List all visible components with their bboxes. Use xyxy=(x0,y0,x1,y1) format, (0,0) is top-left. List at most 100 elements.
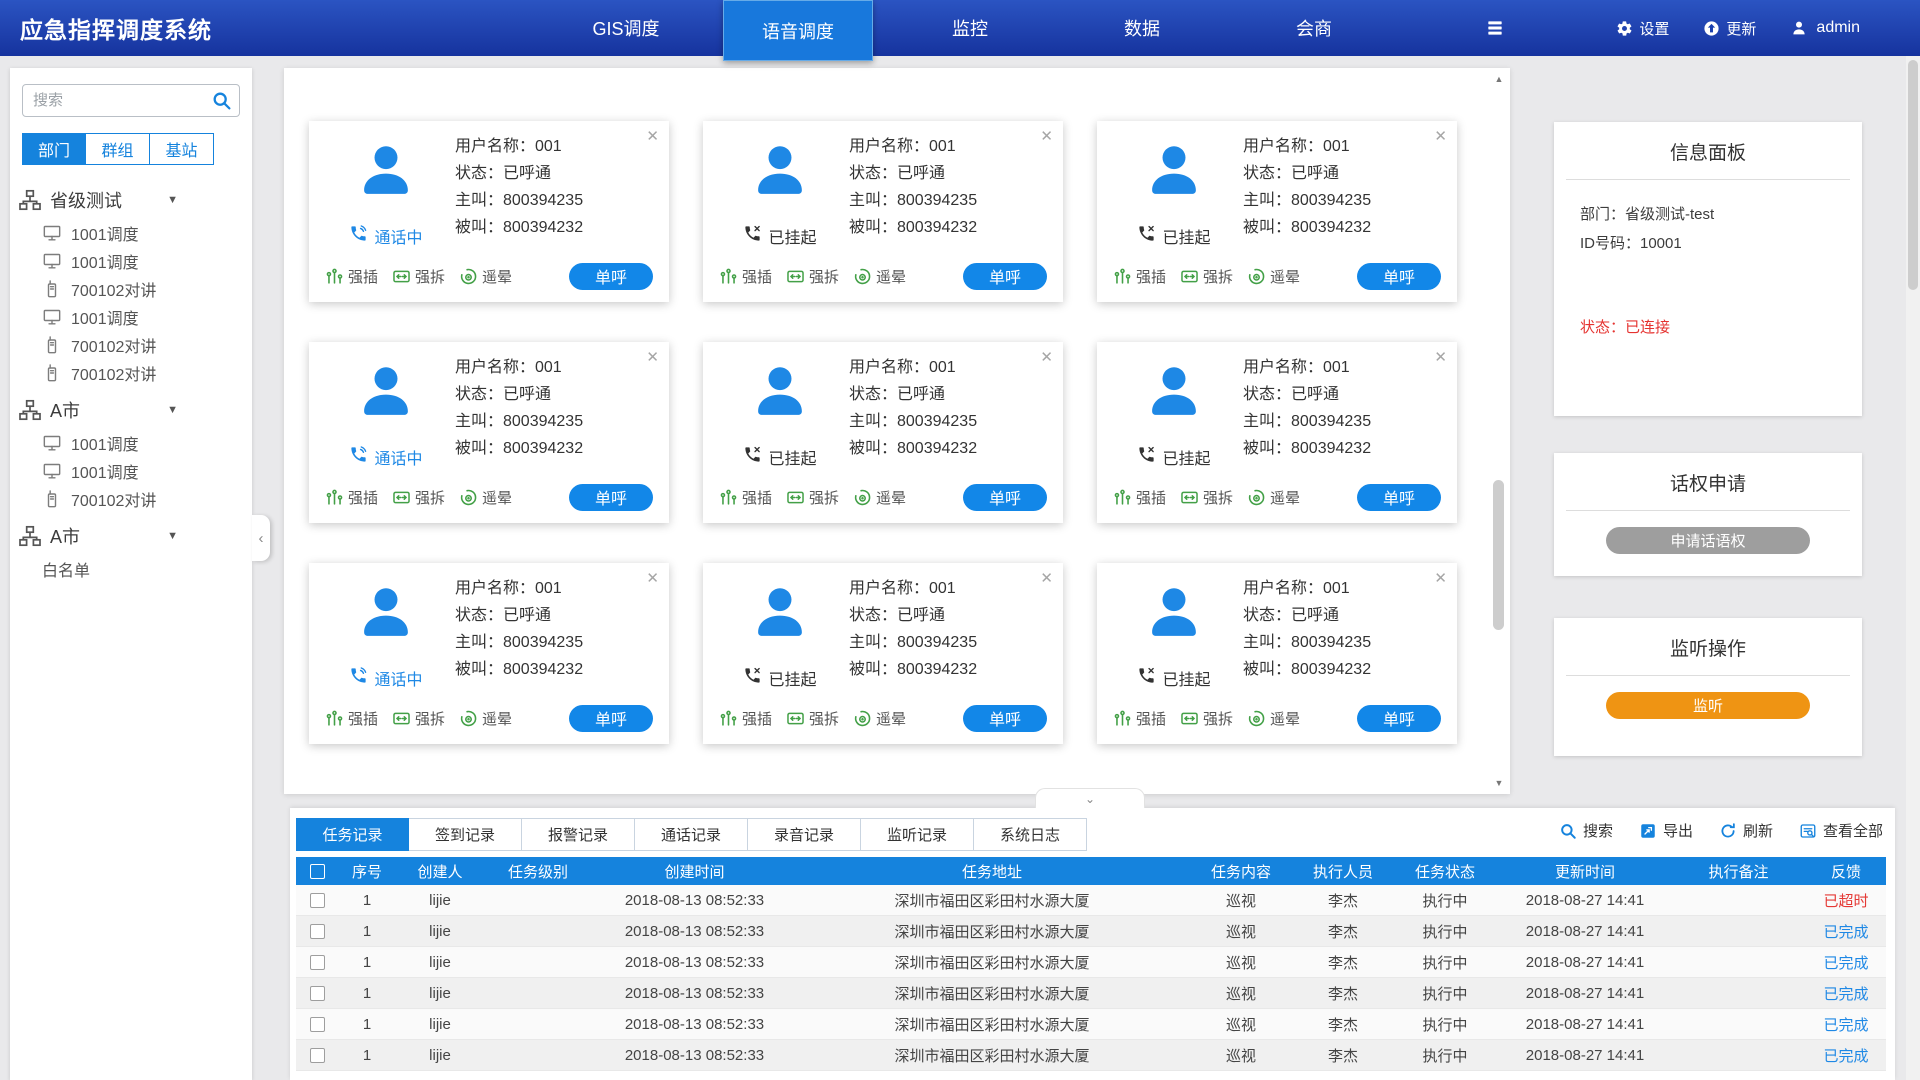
select-all-checkbox[interactable] xyxy=(310,864,325,879)
close-icon[interactable]: ✕ xyxy=(1434,127,1447,145)
single-call-button[interactable]: 单呼 xyxy=(569,705,653,732)
single-call-button[interactable]: 单呼 xyxy=(569,263,653,290)
nav-item[interactable]: 语音调度 xyxy=(723,0,873,61)
remote-stun-button[interactable]: 遥晕 xyxy=(459,708,512,729)
force-insert-button[interactable]: 强插 xyxy=(719,266,772,287)
force-release-button[interactable]: 强拆 xyxy=(392,487,445,508)
remote-stun-button[interactable]: 遥晕 xyxy=(459,487,512,508)
bottom-collapse-handle[interactable]: ⌄ xyxy=(1035,788,1145,808)
user-menu[interactable]: admin xyxy=(1790,19,1860,37)
tree-item[interactable]: 700102对讲 xyxy=(18,331,252,359)
force-insert-button[interactable]: 强插 xyxy=(719,708,772,729)
record-tab[interactable]: 报警记录 xyxy=(522,818,635,851)
close-icon[interactable]: ✕ xyxy=(646,348,659,366)
tree-item[interactable]: 白名单 xyxy=(18,555,252,583)
sidebar-tab[interactable]: 基站 xyxy=(150,133,214,165)
cell-feedback[interactable]: 已完成 xyxy=(1806,1045,1886,1066)
export-button[interactable]: 导出 xyxy=(1639,820,1693,841)
view-all-button[interactable]: 查看全部 xyxy=(1799,820,1883,841)
force-insert-button[interactable]: 强插 xyxy=(325,708,378,729)
record-tab[interactable]: 录音记录 xyxy=(748,818,861,851)
single-call-button[interactable]: 单呼 xyxy=(963,263,1047,290)
force-insert-button[interactable]: 强插 xyxy=(719,487,772,508)
scroll-down-icon[interactable]: ▼ xyxy=(1492,776,1506,790)
force-release-button[interactable]: 强拆 xyxy=(786,266,839,287)
single-call-button[interactable]: 单呼 xyxy=(569,484,653,511)
window-scrollbar[interactable] xyxy=(1906,56,1920,1080)
scroll-thumb[interactable] xyxy=(1493,480,1504,630)
force-release-button[interactable]: 强拆 xyxy=(1180,487,1233,508)
search-icon[interactable] xyxy=(211,90,232,111)
row-checkbox[interactable] xyxy=(310,1048,325,1063)
cards-scrollbar[interactable]: ▲ ▼ xyxy=(1492,72,1506,790)
scroll-up-icon[interactable]: ▲ xyxy=(1492,72,1506,86)
window-scroll-thumb[interactable] xyxy=(1908,60,1918,290)
close-icon[interactable]: ✕ xyxy=(1040,127,1053,145)
search-input[interactable] xyxy=(22,84,240,117)
tree-item[interactable]: 700102对讲 xyxy=(18,275,252,303)
force-release-button[interactable]: 强拆 xyxy=(786,487,839,508)
close-icon[interactable]: ✕ xyxy=(1434,569,1447,587)
force-release-button[interactable]: 强拆 xyxy=(786,708,839,729)
tree-item[interactable]: 1001调度 xyxy=(18,303,252,331)
tree-item[interactable]: 700102对讲 xyxy=(18,359,252,387)
force-release-button[interactable]: 强拆 xyxy=(1180,708,1233,729)
close-icon[interactable]: ✕ xyxy=(646,569,659,587)
cell-feedback[interactable]: 已完成 xyxy=(1806,983,1886,1004)
force-release-button[interactable]: 强拆 xyxy=(392,708,445,729)
single-call-button[interactable]: 单呼 xyxy=(963,484,1047,511)
row-checkbox[interactable] xyxy=(310,893,325,908)
record-tab[interactable]: 签到记录 xyxy=(409,818,522,851)
cell-feedback[interactable]: 已完成 xyxy=(1806,1014,1886,1035)
settings-button[interactable]: 设置 xyxy=(1616,18,1669,39)
remote-stun-button[interactable]: 遥晕 xyxy=(853,708,906,729)
record-tab[interactable]: 监听记录 xyxy=(861,818,974,851)
cell-feedback[interactable]: 已超时 xyxy=(1806,890,1886,911)
cell-feedback[interactable]: 已完成 xyxy=(1806,952,1886,973)
row-checkbox[interactable] xyxy=(310,1017,325,1032)
table-search-button[interactable]: 搜索 xyxy=(1559,820,1613,841)
single-call-button[interactable]: 单呼 xyxy=(1357,263,1441,290)
force-insert-button[interactable]: 强插 xyxy=(1113,266,1166,287)
force-insert-button[interactable]: 强插 xyxy=(325,487,378,508)
force-insert-button[interactable]: 强插 xyxy=(1113,708,1166,729)
chevron-down-icon[interactable]: ▼ xyxy=(167,530,178,542)
chevron-down-icon[interactable]: ▼ xyxy=(167,194,178,206)
force-release-button[interactable]: 强拆 xyxy=(1180,266,1233,287)
menu-button[interactable] xyxy=(1484,18,1506,38)
tree-item[interactable]: 1001调度 xyxy=(18,219,252,247)
request-floor-button[interactable]: 申请话语权 xyxy=(1606,527,1810,554)
tree-item[interactable]: 700102对讲 xyxy=(18,485,252,513)
remote-stun-button[interactable]: 遥晕 xyxy=(853,266,906,287)
nav-item[interactable]: 会商 xyxy=(1239,0,1389,56)
row-checkbox[interactable] xyxy=(310,924,325,939)
remote-stun-button[interactable]: 遥晕 xyxy=(1247,708,1300,729)
nav-item[interactable]: GIS调度 xyxy=(551,0,701,56)
remote-stun-button[interactable]: 遥晕 xyxy=(853,487,906,508)
remote-stun-button[interactable]: 遥晕 xyxy=(459,266,512,287)
single-call-button[interactable]: 单呼 xyxy=(1357,705,1441,732)
nav-item[interactable]: 监控 xyxy=(895,0,1045,56)
single-call-button[interactable]: 单呼 xyxy=(963,705,1047,732)
update-button[interactable]: 更新 xyxy=(1703,18,1756,39)
row-checkbox[interactable] xyxy=(310,955,325,970)
nav-item[interactable]: 数据 xyxy=(1067,0,1217,56)
tree-item[interactable]: 1001调度 xyxy=(18,247,252,275)
remote-stun-button[interactable]: 遥晕 xyxy=(1247,487,1300,508)
refresh-button[interactable]: 刷新 xyxy=(1719,820,1773,841)
record-tab[interactable]: 任务记录 xyxy=(296,818,409,851)
sidebar-tab[interactable]: 部门 xyxy=(22,133,86,165)
force-release-button[interactable]: 强拆 xyxy=(392,266,445,287)
force-insert-button[interactable]: 强插 xyxy=(325,266,378,287)
sidebar-collapse-handle[interactable]: ‹ xyxy=(252,515,270,561)
tree-item[interactable]: 1001调度 xyxy=(18,429,252,457)
record-tab[interactable]: 系统日志 xyxy=(974,818,1087,851)
row-checkbox[interactable] xyxy=(310,986,325,1001)
cell-feedback[interactable]: 已完成 xyxy=(1806,921,1886,942)
tree-group-row[interactable]: A市 ▼ xyxy=(18,519,178,553)
tree-item[interactable]: 1001调度 xyxy=(18,457,252,485)
chevron-down-icon[interactable]: ▼ xyxy=(167,404,178,416)
close-icon[interactable]: ✕ xyxy=(1434,348,1447,366)
tree-group-row[interactable]: 省级测试 ▼ xyxy=(18,183,178,217)
force-insert-button[interactable]: 强插 xyxy=(1113,487,1166,508)
